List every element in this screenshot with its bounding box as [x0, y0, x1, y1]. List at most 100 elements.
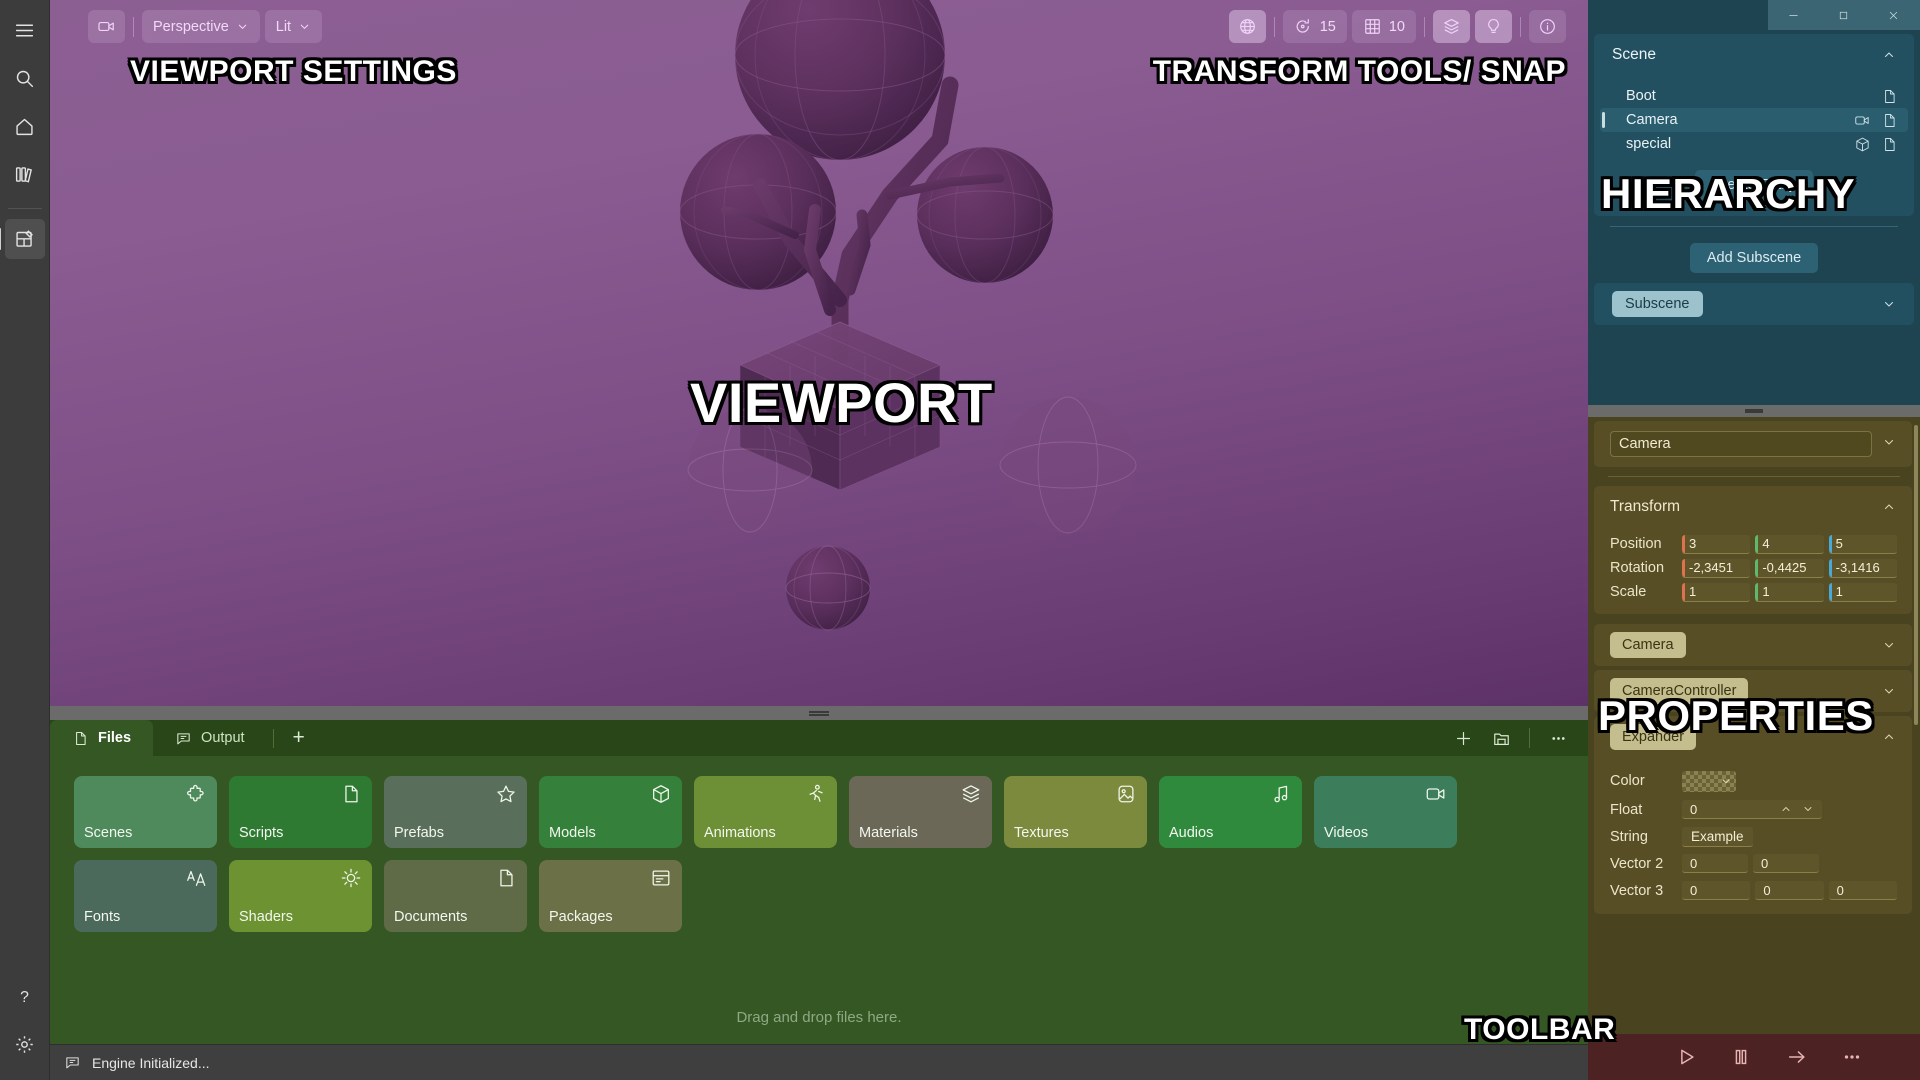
- asset-tile-videos[interactable]: Videos: [1314, 776, 1457, 848]
- asset-tile-fonts[interactable]: Fonts: [74, 860, 217, 932]
- entity-name-input[interactable]: Camera: [1610, 431, 1872, 457]
- chevron-up-icon[interactable]: [1882, 48, 1896, 62]
- entity-collapse-toggle[interactable]: [1882, 435, 1896, 454]
- pause-button[interactable]: [1720, 1040, 1762, 1074]
- projection-mode-dropdown[interactable]: Perspective: [142, 10, 260, 43]
- position-y-input[interactable]: 4: [1755, 534, 1824, 554]
- vector3-z-input[interactable]: 0: [1828, 881, 1897, 900]
- info-button[interactable]: [1529, 10, 1566, 43]
- rotation-y-input[interactable]: -0,4425: [1755, 558, 1824, 578]
- file-icon[interactable]: [1881, 112, 1898, 129]
- rotation-x-input[interactable]: -2,3451: [1682, 558, 1751, 578]
- file-icon[interactable]: [1881, 136, 1898, 153]
- library-icon[interactable]: [5, 154, 45, 194]
- transform-snap-toolbar: 15 10: [1228, 10, 1566, 43]
- files-body[interactable]: Scenes Scripts Prefabs Models Animations…: [50, 756, 1588, 1044]
- float-input[interactable]: 0: [1682, 800, 1822, 819]
- position-z-input[interactable]: 5: [1828, 534, 1897, 554]
- scale-z-input[interactable]: 1: [1828, 582, 1897, 602]
- plus-icon[interactable]: [1445, 723, 1481, 753]
- lighting-toggle-button[interactable]: [1475, 10, 1512, 43]
- asset-tile-textures[interactable]: Textures: [1004, 776, 1147, 848]
- asset-tile-prefabs[interactable]: Prefabs: [384, 776, 527, 848]
- asset-tile-documents[interactable]: Documents: [384, 860, 527, 932]
- subscene-card[interactable]: Subscene: [1594, 283, 1914, 325]
- vector2-y-input[interactable]: 0: [1753, 854, 1819, 873]
- viewport-3d[interactable]: Perspective Lit 15 10 VIEWPORT SETTINGS …: [50, 0, 1588, 706]
- scale-y-input[interactable]: 1: [1755, 582, 1824, 602]
- asset-tile-scripts[interactable]: Scripts: [229, 776, 372, 848]
- tab-files[interactable]: Files: [50, 720, 154, 756]
- grid-icon: [1365, 19, 1380, 34]
- file-icon[interactable]: [1881, 88, 1898, 105]
- hierarchy-entity-special[interactable]: special: [1600, 132, 1908, 156]
- minimize-icon[interactable]: [1768, 0, 1818, 30]
- cube-icon[interactable]: [1854, 136, 1871, 153]
- gear-settings-icon[interactable]: [5, 1024, 45, 1064]
- grid-snap-button[interactable]: 10: [1351, 10, 1416, 43]
- rotation-z-input[interactable]: -3,1416: [1828, 558, 1897, 578]
- position-x-input[interactable]: 3: [1682, 534, 1751, 554]
- search-icon[interactable]: [5, 58, 45, 98]
- chevron-down-icon: [300, 24, 309, 29]
- chevron-down-icon[interactable]: [1882, 297, 1896, 311]
- chevron-up-icon[interactable]: [1780, 803, 1792, 815]
- viewport-files-splitter[interactable]: [50, 706, 1588, 720]
- cameracontroller-component-header[interactable]: CameraController: [1594, 670, 1912, 712]
- color-picker-input[interactable]: [1682, 770, 1736, 792]
- add-subscene-button[interactable]: Add Subscene: [1689, 243, 1819, 273]
- home-icon[interactable]: [5, 106, 45, 146]
- new-folder-icon[interactable]: [1483, 723, 1519, 753]
- component-name[interactable]: Expander: [1610, 724, 1697, 750]
- camera-component-header[interactable]: Camera: [1594, 624, 1912, 666]
- asset-tile-scenes[interactable]: Scenes: [74, 776, 217, 848]
- play-button[interactable]: [1665, 1040, 1707, 1074]
- asset-tile-audios[interactable]: Audios: [1159, 776, 1302, 848]
- shading-mode-dropdown[interactable]: Lit: [264, 10, 323, 43]
- component-name[interactable]: Camera: [1610, 632, 1686, 658]
- chevron-down-icon[interactable]: [1882, 638, 1896, 652]
- hierarchy-entity-camera[interactable]: Camera: [1600, 108, 1908, 132]
- properties-scroll-area[interactable]: Camera Transform Position 3 4 5 Rotation…: [1588, 417, 1920, 1034]
- asset-tile-models[interactable]: Models: [539, 776, 682, 848]
- scale-x-input[interactable]: 1: [1682, 582, 1751, 602]
- close-icon[interactable]: [1868, 0, 1918, 30]
- asset-tile-animations[interactable]: Animations: [694, 776, 837, 848]
- scene-header[interactable]: Scene: [1594, 34, 1914, 76]
- more-options-icon[interactable]: [1540, 723, 1576, 753]
- maximize-icon[interactable]: [1818, 0, 1868, 30]
- expander-component-header[interactable]: Expander: [1594, 716, 1912, 758]
- asset-tile-shaders[interactable]: Shaders: [229, 860, 372, 932]
- asset-tile-packages[interactable]: Packages: [539, 860, 682, 932]
- vector3-y-input[interactable]: 0: [1755, 881, 1824, 900]
- editor-grid-icon[interactable]: [0, 219, 45, 259]
- vector3-x-input[interactable]: 0: [1682, 881, 1751, 900]
- create-entity-button[interactable]: Create Entity: [1695, 170, 1813, 200]
- video-camera-icon[interactable]: [88, 10, 125, 43]
- help-question-icon[interactable]: ?: [5, 976, 45, 1016]
- chevron-up-icon[interactable]: [1882, 730, 1896, 744]
- step-forward-button[interactable]: [1776, 1040, 1818, 1074]
- world-space-toggle-button[interactable]: [1228, 10, 1266, 43]
- float-stepper[interactable]: [1697, 803, 1822, 815]
- hierarchy-properties-splitter[interactable]: [1588, 405, 1920, 417]
- video-camera-icon[interactable]: [1854, 112, 1871, 129]
- asset-tile-materials[interactable]: Materials: [849, 776, 992, 848]
- hamburger-menu-icon[interactable]: [5, 10, 45, 50]
- chevron-down-icon[interactable]: [1802, 803, 1814, 815]
- rotation-snap-button[interactable]: 15: [1282, 10, 1347, 43]
- transform-header[interactable]: Transform: [1594, 486, 1912, 528]
- properties-scrollbar[interactable]: [1914, 425, 1918, 725]
- tab-output[interactable]: Output: [153, 720, 267, 756]
- chevron-down-icon[interactable]: [1882, 684, 1896, 698]
- layers-toggle-button[interactable]: [1433, 10, 1470, 43]
- add-tab-button[interactable]: +: [280, 720, 318, 756]
- playbar-more-options-button[interactable]: [1831, 1040, 1873, 1074]
- window-title-bar[interactable]: [1588, 0, 1920, 30]
- chevron-up-icon[interactable]: [1882, 500, 1896, 514]
- subscene-chip[interactable]: Subscene: [1612, 291, 1703, 317]
- component-name[interactable]: CameraController: [1610, 678, 1749, 704]
- string-input[interactable]: Example: [1682, 826, 1753, 847]
- vector2-x-input[interactable]: 0: [1682, 854, 1748, 873]
- hierarchy-entity-boot[interactable]: Boot: [1600, 84, 1908, 108]
